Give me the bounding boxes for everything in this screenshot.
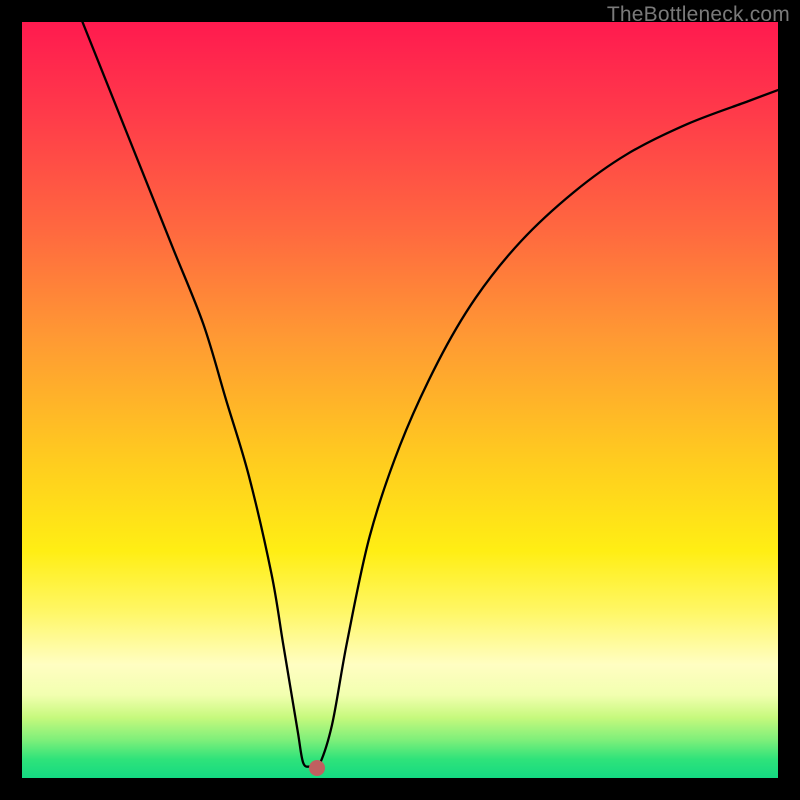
optimum-marker	[309, 760, 325, 776]
plot-area	[22, 22, 778, 778]
bottleneck-curve	[22, 22, 778, 778]
watermark-text: TheBottleneck.com	[607, 3, 790, 27]
chart-frame: TheBottleneck.com	[0, 0, 800, 800]
